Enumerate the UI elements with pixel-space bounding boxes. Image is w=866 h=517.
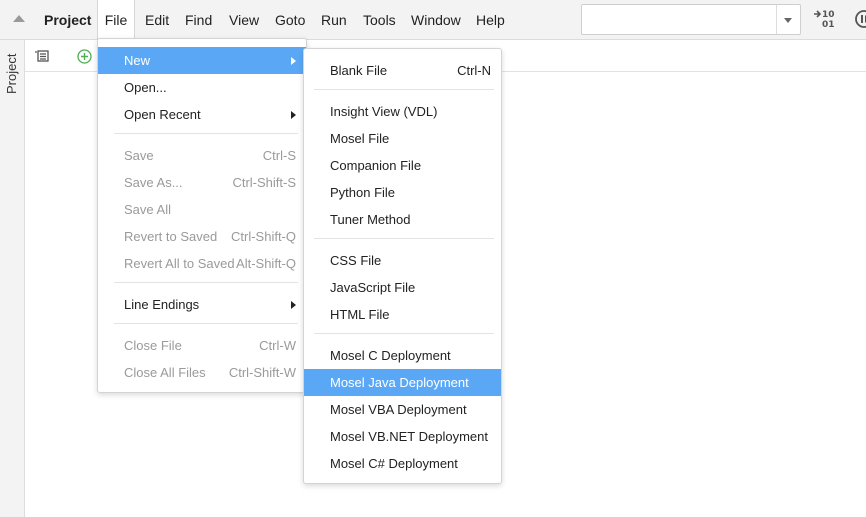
menu-separator — [314, 238, 494, 239]
menu-separator — [114, 133, 298, 134]
file-menu-open-recent[interactable]: Open Recent — [98, 101, 306, 128]
file-menu-open-label: Open... — [124, 80, 167, 95]
file-menu-open-recent-label: Open Recent — [124, 107, 201, 122]
file-menu-line-endings[interactable]: Line Endings — [98, 291, 306, 318]
menu-find[interactable]: Find — [185, 0, 212, 40]
new-menu-blank-file[interactable]: Blank File Ctrl-N — [304, 57, 501, 84]
file-menu-close-all-shortcut: Ctrl-Shift-W — [228, 365, 296, 380]
new-menu-css-file[interactable]: CSS File — [304, 247, 501, 274]
menu-help[interactable]: Help — [476, 0, 505, 40]
new-menu-css-file-label: CSS File — [330, 253, 382, 268]
search-combobox[interactable] — [581, 4, 801, 35]
file-menu-save-as-shortcut: Ctrl-Shift-S — [232, 175, 296, 190]
file-menu-revert-all-shortcut: Alt-Shift-Q — [236, 256, 296, 271]
file-menu-save-label: Save — [124, 148, 154, 163]
new-menu-blank-file-label: Blank File — [330, 63, 388, 78]
file-list-icon[interactable] — [35, 50, 49, 62]
file-menu-new-label: New — [124, 53, 151, 68]
file-menu-close-all[interactable]: Close All Files Ctrl-Shift-W — [98, 359, 306, 386]
new-menu-mosel-file[interactable]: Mosel File — [304, 125, 501, 152]
file-menu-close-file[interactable]: Close File Ctrl-W — [98, 332, 306, 359]
submenu-arrow-icon — [291, 301, 296, 309]
file-menu-revert-shortcut: Ctrl-Shift-Q — [231, 229, 296, 244]
new-menu-mosel-vbnet[interactable]: Mosel VB.NET Deployment — [304, 423, 501, 450]
file-menu-dropdown: New Open... Open Recent Save Ctrl-S Save… — [97, 38, 307, 393]
binary-icon-top: 10 — [822, 10, 835, 20]
new-menu-mosel-java-label: Mosel Java Deployment — [330, 375, 469, 390]
new-submenu-dropdown: Blank File Ctrl-N Insight View (VDL) Mos… — [303, 48, 502, 484]
new-menu-tuner-method[interactable]: Tuner Method — [304, 206, 501, 233]
menu-file[interactable]: File — [97, 0, 135, 40]
file-menu-close-file-label: Close File — [124, 338, 182, 353]
file-menu-save-as-label: Save As... — [124, 175, 183, 190]
new-menu-mosel-csharp-label: Mosel C# Deployment — [330, 456, 458, 471]
new-menu-mosel-vbnet-label: Mosel VB.NET Deployment — [330, 429, 488, 444]
side-panel-label: Project — [4, 53, 19, 94]
file-menu-revert-all-label: Revert All to Saved — [124, 256, 235, 271]
new-menu-mosel-vba[interactable]: Mosel VBA Deployment — [304, 396, 501, 423]
submenu-arrow-icon — [291, 57, 296, 65]
new-menu-insight-view[interactable]: Insight View (VDL) — [304, 98, 501, 125]
new-menu-blank-file-shortcut: Ctrl-N — [457, 63, 491, 78]
menu-view[interactable]: View — [229, 0, 259, 40]
menu-edit[interactable]: Edit — [145, 0, 169, 40]
collapse-up-icon[interactable] — [13, 15, 25, 22]
menu-project[interactable]: Project — [44, 12, 91, 28]
menu-separator — [314, 89, 494, 90]
menubar: Project File Edit Find View Goto Run Too… — [0, 0, 866, 40]
file-menu-save[interactable]: Save Ctrl-S — [98, 142, 306, 169]
menu-separator — [114, 323, 298, 324]
new-menu-mosel-java[interactable]: Mosel Java Deployment — [304, 369, 501, 396]
new-menu-mosel-csharp[interactable]: Mosel C# Deployment — [304, 450, 501, 477]
file-menu-revert-all[interactable]: Revert All to Saved Alt-Shift-Q — [98, 250, 306, 277]
add-circle-icon[interactable] — [77, 49, 92, 64]
new-menu-html-file[interactable]: HTML File — [304, 301, 501, 328]
file-menu-save-all[interactable]: Save All — [98, 196, 306, 223]
file-menu-revert[interactable]: Revert to Saved Ctrl-Shift-Q — [98, 223, 306, 250]
file-menu-close-file-shortcut: Ctrl-W — [259, 338, 296, 353]
menu-separator — [314, 333, 494, 334]
file-menu-new[interactable]: New — [98, 47, 306, 74]
file-menu-line-endings-label: Line Endings — [124, 297, 200, 312]
file-menu-revert-label: Revert to Saved — [124, 229, 218, 244]
new-menu-companion-file[interactable]: Companion File — [304, 152, 501, 179]
menu-separator — [114, 282, 298, 283]
new-menu-mosel-c[interactable]: Mosel C Deployment — [304, 342, 501, 369]
run-stop-icon[interactable] — [854, 9, 866, 29]
menu-window[interactable]: Window — [411, 0, 461, 40]
new-menu-javascript-file-label: JavaScript File — [330, 280, 416, 295]
new-menu-mosel-vba-label: Mosel VBA Deployment — [330, 402, 467, 417]
file-menu-close-all-label: Close All Files — [124, 365, 206, 380]
menu-run[interactable]: Run — [321, 0, 347, 40]
new-menu-insight-view-label: Insight View (VDL) — [330, 104, 438, 119]
new-menu-companion-file-label: Companion File — [330, 158, 422, 173]
chevron-down-icon[interactable] — [784, 18, 792, 23]
side-panel-tab-project[interactable]: Project — [4, 50, 20, 94]
file-menu-open[interactable]: Open... — [98, 74, 306, 101]
file-menu-save-as[interactable]: Save As... Ctrl-Shift-S — [98, 169, 306, 196]
new-menu-python-file-label: Python File — [330, 185, 396, 200]
menu-goto[interactable]: Goto — [275, 0, 305, 40]
new-menu-python-file[interactable]: Python File — [304, 179, 501, 206]
binary-icon[interactable]: 10 01 — [812, 8, 836, 30]
new-menu-javascript-file[interactable]: JavaScript File — [304, 274, 501, 301]
new-menu-mosel-c-label: Mosel C Deployment — [330, 348, 451, 363]
menu-tools[interactable]: Tools — [363, 0, 396, 40]
combobox-divider — [776, 5, 777, 34]
new-menu-html-file-label: HTML File — [330, 307, 390, 322]
new-menu-mosel-file-label: Mosel File — [330, 131, 390, 146]
side-panel-strip: Project — [0, 40, 25, 517]
file-menu-save-all-label: Save All — [124, 202, 171, 217]
file-menu-save-shortcut: Ctrl-S — [262, 148, 296, 163]
submenu-arrow-icon — [291, 111, 296, 119]
binary-icon-bottom: 01 — [822, 20, 835, 30]
new-menu-tuner-method-label: Tuner Method — [330, 212, 411, 227]
